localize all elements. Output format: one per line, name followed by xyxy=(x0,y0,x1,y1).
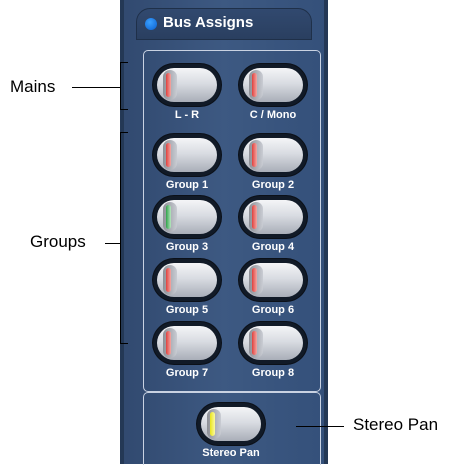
mains-lr-button[interactable] xyxy=(153,64,221,106)
groups-callout: Groups xyxy=(30,232,86,251)
red-lamp-icon xyxy=(252,205,257,229)
red-lamp-icon xyxy=(252,331,257,355)
group-2-label: Group 2 xyxy=(251,179,295,191)
mains-bracket-bottom xyxy=(120,109,128,110)
header-led-icon xyxy=(145,18,157,30)
mains-lr-label: L - R xyxy=(174,109,200,121)
group-4-label: Group 4 xyxy=(251,241,295,253)
groups-callout-line xyxy=(105,243,120,244)
group-1-button[interactable] xyxy=(153,134,221,176)
red-lamp-icon xyxy=(252,143,257,167)
panel-edge-right xyxy=(324,0,328,464)
stereo-pan-label: Stereo Pan xyxy=(202,447,260,459)
group-5-label: Group 5 xyxy=(165,304,209,316)
group-6-label: Group 6 xyxy=(251,304,295,316)
group-1-label: Group 1 xyxy=(165,179,209,191)
group-2-button[interactable] xyxy=(239,134,307,176)
stereo-pan-callout-line xyxy=(296,426,344,427)
mains-callout: Mains xyxy=(10,77,56,96)
red-lamp-icon xyxy=(166,73,171,97)
group-3-button[interactable] xyxy=(153,196,221,238)
group-3-label: Group 3 xyxy=(165,241,209,253)
group-8-label: Group 8 xyxy=(251,367,295,379)
red-lamp-icon xyxy=(166,331,171,355)
panel-header: Bus Assigns xyxy=(136,8,312,40)
stereo-pan-callout: Stereo Pan xyxy=(353,415,439,434)
mains-bracket-top xyxy=(120,62,128,63)
mains-c-mono-label: C / Mono xyxy=(249,109,297,121)
group-7-label: Group 7 xyxy=(165,367,209,379)
green-lamp-icon xyxy=(166,205,171,229)
panel-title: Bus Assigns xyxy=(163,14,254,31)
red-lamp-icon xyxy=(166,268,171,292)
stereo-pan-button[interactable] xyxy=(197,403,265,445)
red-lamp-icon xyxy=(166,143,171,167)
mains-callout-line xyxy=(72,87,120,88)
mains-c-mono-button[interactable] xyxy=(239,64,307,106)
group-7-button[interactable] xyxy=(153,322,221,364)
groups-bracket xyxy=(120,132,121,344)
group-4-button[interactable] xyxy=(239,196,307,238)
groups-bracket-bottom xyxy=(120,343,128,344)
group-8-button[interactable] xyxy=(239,322,307,364)
group-6-button[interactable] xyxy=(239,259,307,301)
red-lamp-icon xyxy=(252,268,257,292)
yellow-lamp-icon xyxy=(210,412,215,436)
group-5-button[interactable] xyxy=(153,259,221,301)
red-lamp-icon xyxy=(252,73,257,97)
groups-bracket-top xyxy=(120,132,128,133)
mains-bracket xyxy=(120,62,121,110)
